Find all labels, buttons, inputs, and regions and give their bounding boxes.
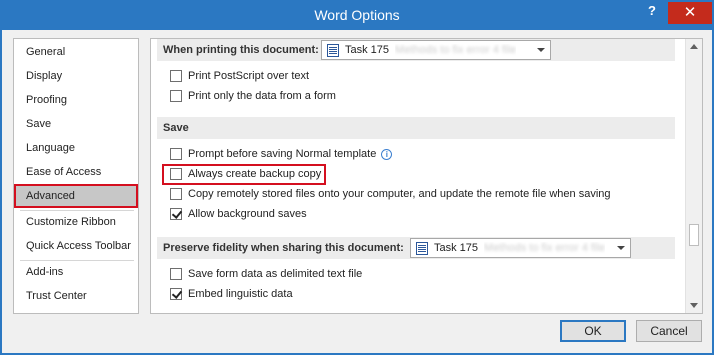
checkbox[interactable] <box>170 90 182 102</box>
option-copy-remote-files[interactable]: Copy remotely stored files onto your com… <box>170 185 611 203</box>
checkbox[interactable] <box>170 188 182 200</box>
scroll-down-icon[interactable] <box>690 303 698 308</box>
option-label: Prompt before saving Normal template <box>188 148 377 160</box>
nav-item-language[interactable]: Language <box>15 137 137 159</box>
nav-item-save[interactable]: Save <box>15 113 137 135</box>
cancel-button[interactable]: Cancel <box>636 320 702 342</box>
checkbox-checked[interactable] <box>170 288 182 300</box>
scroll-up-icon[interactable] <box>690 44 698 49</box>
checkbox[interactable] <box>170 70 182 82</box>
advanced-options-panel: When printing this document: Task 175 Me… <box>150 38 703 314</box>
option-label: Save form data as delimited text file <box>188 268 363 280</box>
save-section-label: Save <box>163 122 189 134</box>
nav-item-ease-of-access[interactable]: Ease of Access <box>15 161 137 183</box>
scrollbar-thumb[interactable] <box>689 224 699 246</box>
option-label: Allow background saves <box>188 208 307 220</box>
option-prompt-normal-template[interactable]: Prompt before saving Normal template i <box>170 145 393 163</box>
nav-item-quick-access-toolbar[interactable]: Quick Access Toolbar <box>15 235 137 257</box>
printing-document-dropdown[interactable]: Task 175 Methods to fix error 4 file <box>321 40 551 60</box>
redacted-path: Methods to fix error 4 file <box>395 44 517 56</box>
highlight-annotation <box>162 164 326 185</box>
fidelity-document-dropdown[interactable]: Task 175 Methods to fix error 4 file <box>410 238 631 258</box>
option-embed-linguistic-data[interactable]: Embed linguistic data <box>170 285 293 303</box>
nav-item-display[interactable]: Display <box>15 65 137 87</box>
option-label: Copy remotely stored files onto your com… <box>188 188 611 200</box>
nav-item-trust-center[interactable]: Trust Center <box>15 285 137 307</box>
chevron-down-icon[interactable] <box>617 246 625 250</box>
option-label: Print only the data from a form <box>188 90 336 102</box>
save-section-header: Save <box>157 117 675 139</box>
nav-item-advanced[interactable]: Advanced <box>14 184 138 208</box>
ok-button[interactable]: OK <box>560 320 626 342</box>
nav-item-general[interactable]: General <box>15 41 137 63</box>
redacted-path: Methods to fix error 4 file <box>484 242 606 254</box>
document-icon <box>327 43 339 57</box>
title-bar: Word Options ? ✕ <box>2 2 712 30</box>
vertical-scrollbar[interactable] <box>685 39 702 313</box>
info-icon: i <box>381 148 393 160</box>
printing-section-label: When printing this document: <box>163 44 319 56</box>
fidelity-section-label: Preserve fidelity when sharing this docu… <box>163 242 404 254</box>
options-nav: General Display Proofing Save Language E… <box>13 38 139 314</box>
nav-item-proofing[interactable]: Proofing <box>15 89 137 111</box>
nav-item-add-ins[interactable]: Add-ins <box>15 261 137 283</box>
checkbox[interactable] <box>170 268 182 280</box>
checkbox-checked[interactable] <box>170 208 182 220</box>
word-options-window: Word Options ? ✕ General Display Proofin… <box>0 0 714 355</box>
fidelity-document-name: Task 175 <box>434 242 479 254</box>
option-print-form-data[interactable]: Print only the data from a form <box>170 87 336 105</box>
printing-document-name: Task 175 <box>345 44 390 56</box>
option-save-form-data-delimited[interactable]: Save form data as delimited text file <box>170 265 362 283</box>
option-label: Print PostScript over text <box>188 70 310 82</box>
help-icon[interactable]: ? <box>644 3 660 23</box>
close-button[interactable]: ✕ <box>668 2 712 24</box>
chevron-down-icon[interactable] <box>537 48 545 52</box>
option-label: Embed linguistic data <box>188 288 293 300</box>
option-allow-background-saves[interactable]: Allow background saves <box>170 205 307 223</box>
nav-item-customize-ribbon[interactable]: Customize Ribbon <box>15 211 137 233</box>
document-icon <box>416 241 428 255</box>
checkbox[interactable] <box>170 148 182 160</box>
window-title: Word Options <box>314 7 400 23</box>
option-print-postscript[interactable]: Print PostScript over text <box>170 67 309 85</box>
